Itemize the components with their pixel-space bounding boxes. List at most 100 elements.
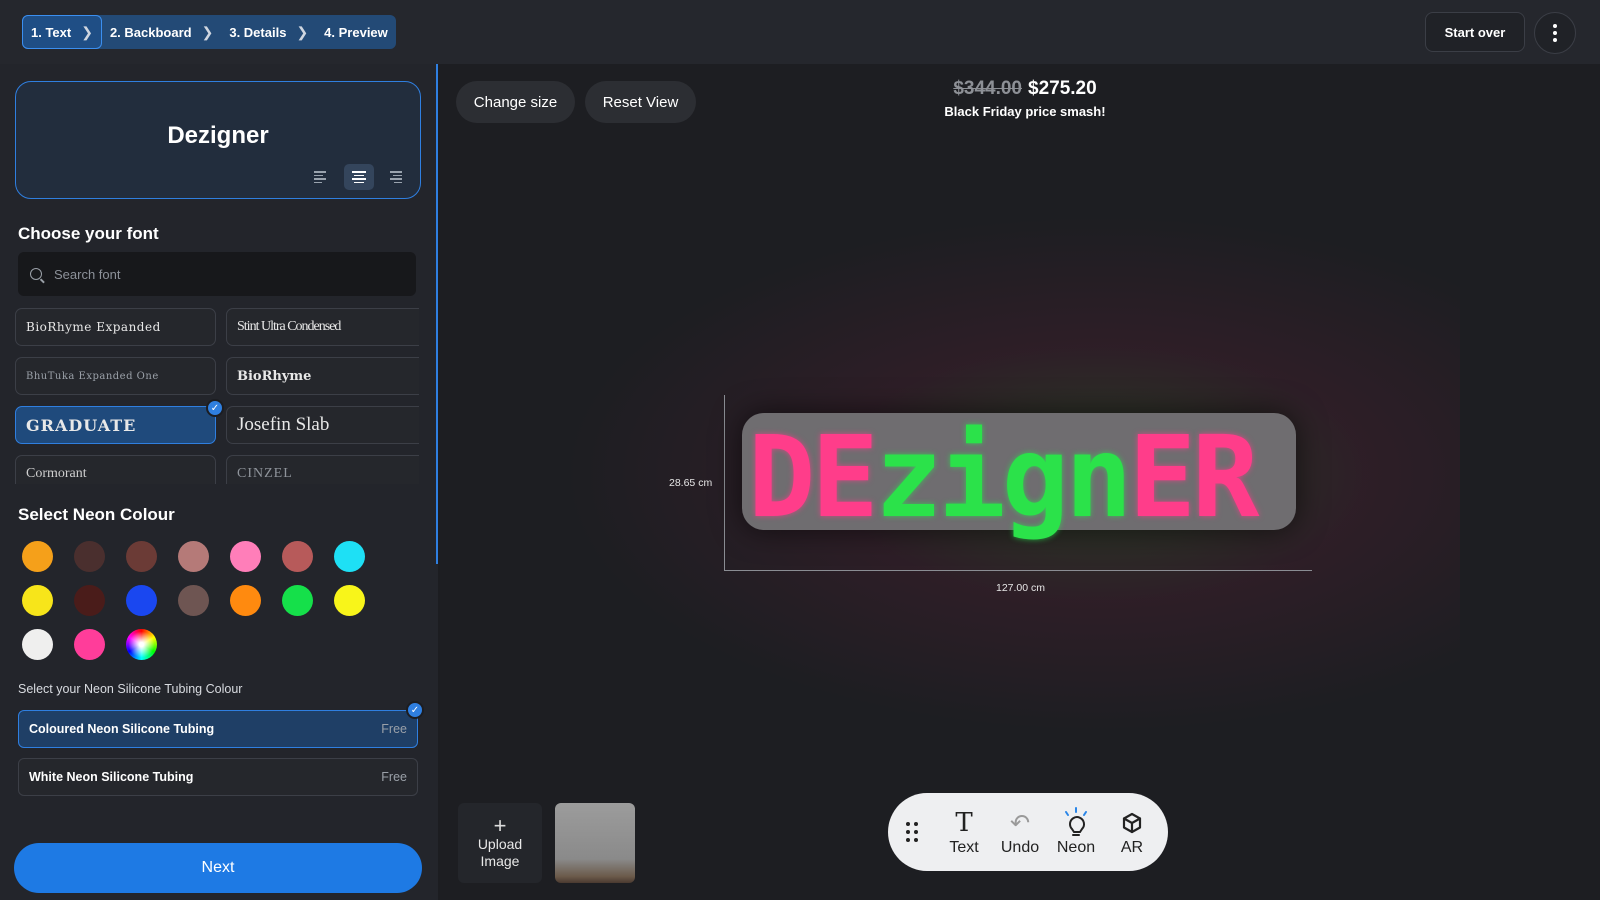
undo-label: Undo xyxy=(1000,839,1040,856)
colour-swatch[interactable] xyxy=(74,585,105,616)
text-align-controls xyxy=(306,164,412,190)
chevron-right-icon: ❯ xyxy=(296,23,309,40)
grip-dot xyxy=(906,830,910,834)
ar-button[interactable]: AR xyxy=(1104,807,1160,857)
neon-bulb-icon xyxy=(1059,807,1093,839)
colour-swatch[interactable] xyxy=(178,541,209,572)
neon-toggle-button[interactable]: Neon xyxy=(1048,807,1104,857)
align-center-icon[interactable] xyxy=(344,164,374,190)
new-price: $275.20 xyxy=(1028,78,1097,99)
colour-swatch[interactable] xyxy=(74,629,105,660)
price-note: Black Friday price smash! xyxy=(944,104,1106,119)
height-dimension-line xyxy=(724,395,725,571)
grip-dot xyxy=(914,830,918,834)
next-button[interactable]: Next xyxy=(14,843,422,893)
font-search-input[interactable] xyxy=(54,266,394,282)
colour-swatch[interactable] xyxy=(126,541,157,572)
search-icon xyxy=(30,268,42,280)
text-icon: T xyxy=(955,808,973,838)
neon-sign-preview[interactable]: DEzignER xyxy=(748,408,1302,548)
neon-label: Neon xyxy=(1056,839,1096,856)
align-line xyxy=(393,174,402,176)
check-icon: ✓ xyxy=(206,399,224,417)
width-dimension-line xyxy=(724,570,1312,571)
colour-swatch[interactable] xyxy=(178,585,209,616)
upload-label: Image xyxy=(480,853,520,869)
ar-cube-icon xyxy=(1118,807,1146,839)
top-bar: 1. Text ❯ 2. Backboard ❯ 3. Details ❯ 4. Pr… xyxy=(0,0,1600,64)
reset-view-button[interactable]: Reset View xyxy=(585,81,696,123)
tubing-option-price: Free xyxy=(381,722,407,736)
chevron-right-icon: ❯ xyxy=(81,23,93,40)
check-icon: ✓ xyxy=(406,701,424,719)
neon-bulb-svg xyxy=(1065,807,1087,836)
colour-swatch[interactable] xyxy=(230,585,261,616)
step-preview-label: 4. Preview xyxy=(324,24,388,40)
align-right-icon[interactable] xyxy=(382,164,412,190)
font-option[interactable]: Cinzel xyxy=(226,455,419,484)
colour-swatch[interactable] xyxy=(126,629,157,660)
undo-icon: ↶ xyxy=(1009,809,1031,837)
colour-swatch[interactable] xyxy=(282,585,313,616)
colour-swatch[interactable] xyxy=(74,541,105,572)
canvas-toolbar: T Text ↶ Undo Neon AR xyxy=(888,793,1168,871)
text-tool-label: Text xyxy=(949,839,979,856)
colour-swatch[interactable] xyxy=(22,629,53,660)
colour-swatch[interactable] xyxy=(334,541,365,572)
width-dimension-label: 127.00 cm xyxy=(996,582,1046,594)
align-line xyxy=(394,181,402,183)
upload-image-button[interactable]: + Upload Image xyxy=(458,803,542,883)
font-option-selected[interactable]: GRADUATE xyxy=(15,406,216,444)
start-over-button[interactable]: Start over xyxy=(1425,12,1525,52)
colour-swatch[interactable] xyxy=(334,585,365,616)
colour-swatch[interactable] xyxy=(22,541,53,572)
font-list[interactable]: BioRhyme Expanded Stint Ultra Condensed … xyxy=(15,308,419,484)
colour-swatch[interactable] xyxy=(126,585,157,616)
background-thumbnail[interactable] xyxy=(555,803,635,883)
font-search[interactable] xyxy=(18,252,416,296)
font-option[interactable]: Cormorant xyxy=(15,455,216,484)
font-option[interactable]: Stint Ultra Condensed xyxy=(226,308,419,346)
more-options-button[interactable] xyxy=(1534,12,1576,54)
price-display: $344.00 $275.20 Black Friday price smash! xyxy=(915,78,1135,119)
ar-label: AR xyxy=(1120,839,1144,856)
undo-button[interactable]: ↶ Undo xyxy=(992,807,1048,857)
step-navigation: 1. Text ❯ 2. Backboard ❯ 3. Details ❯ 4. Pr… xyxy=(22,15,396,49)
font-option[interactable]: Josefin Slab xyxy=(226,406,419,444)
text-tool-button[interactable]: T Text xyxy=(936,807,992,857)
step-text-label: 1. Text xyxy=(31,24,72,40)
old-price: $344.00 xyxy=(953,78,1022,99)
drag-handle-icon[interactable] xyxy=(906,822,918,842)
more-dot xyxy=(1553,38,1557,42)
step-details[interactable]: 3. Details ❯ xyxy=(221,15,316,49)
grip-dot xyxy=(906,822,910,826)
colour-section-title: Select Neon Colour xyxy=(18,505,175,524)
tubing-option-label: White Neon Silicone Tubing xyxy=(29,770,194,784)
change-size-button[interactable]: Change size xyxy=(456,81,575,123)
align-line xyxy=(390,171,402,173)
sidebar-scrollbar[interactable] xyxy=(436,64,438,564)
tubing-option-coloured[interactable]: Coloured Neon Silicone Tubing Free xyxy=(18,710,418,748)
colour-swatch[interactable] xyxy=(282,541,313,572)
ar-cube-svg xyxy=(1122,812,1142,834)
neon-text-input[interactable]: Dezigner xyxy=(15,81,421,199)
align-line xyxy=(354,174,364,176)
colour-swatch[interactable] xyxy=(22,585,53,616)
font-option[interactable]: BioRhyme xyxy=(226,357,419,395)
tubing-option-price: Free xyxy=(381,770,407,784)
step-text[interactable]: 1. Text ❯ xyxy=(22,15,102,49)
plus-icon: + xyxy=(493,813,507,838)
tubing-option-white[interactable]: White Neon Silicone Tubing Free xyxy=(18,758,418,796)
font-option[interactable]: BioRhyme Expanded xyxy=(15,308,216,346)
align-left-icon[interactable] xyxy=(306,164,336,190)
font-option[interactable]: BhuTuka Expanded One xyxy=(15,357,216,395)
align-line xyxy=(352,171,366,173)
colour-swatch[interactable] xyxy=(230,541,261,572)
step-backboard[interactable]: 2. Backboard ❯ xyxy=(102,15,221,49)
align-line xyxy=(314,178,326,180)
step-backboard-label: 2. Backboard xyxy=(109,24,192,40)
font-section-title: Choose your font xyxy=(18,224,159,243)
align-line xyxy=(314,174,323,176)
align-line xyxy=(314,171,326,173)
step-preview[interactable]: 4. Preview xyxy=(316,15,396,49)
